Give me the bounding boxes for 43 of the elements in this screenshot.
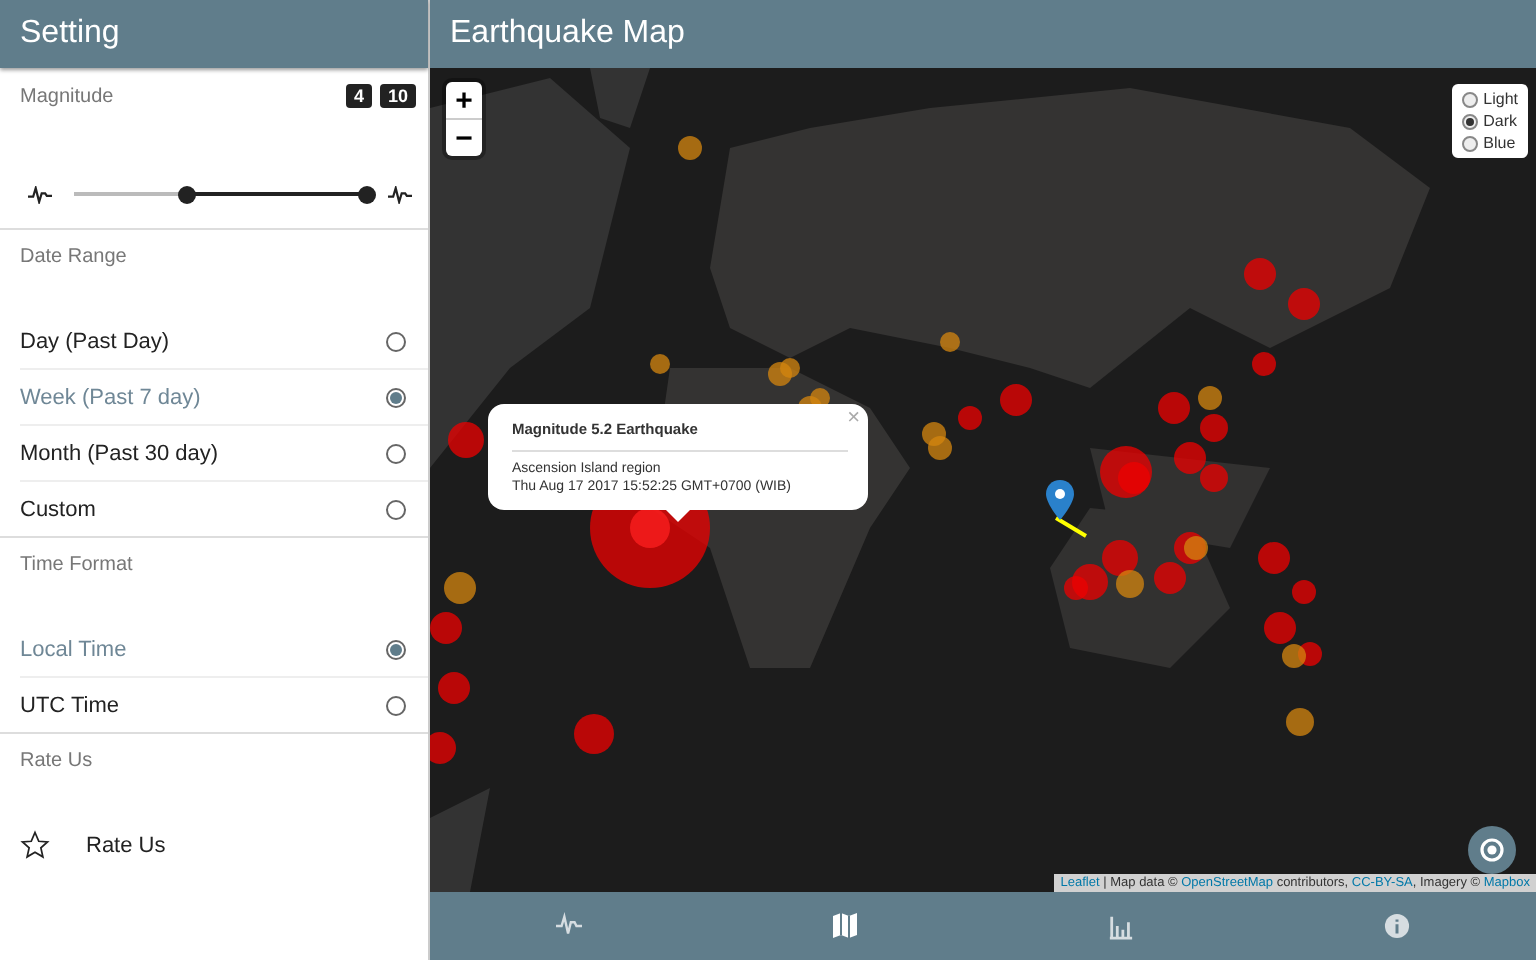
map-icon	[829, 912, 860, 940]
radio-button[interactable]	[1461, 113, 1478, 129]
radio-button[interactable]	[386, 695, 406, 715]
radio-button[interactable]	[386, 499, 406, 519]
radio-button[interactable]	[386, 443, 406, 463]
pulse-icon	[555, 912, 582, 940]
zoom-out-button[interactable]: −	[446, 120, 482, 156]
star-icon	[20, 830, 50, 860]
pulse-icon	[388, 185, 412, 203]
slider-thumb[interactable]	[178, 185, 197, 203]
option-label: Month (Past 30 day)	[20, 441, 219, 465]
radio-button[interactable]	[386, 331, 406, 351]
section-label: Time Format	[20, 554, 133, 576]
option-label: Local Time	[20, 637, 127, 661]
layer-label: Light	[1483, 90, 1518, 108]
layer-label: Dark	[1483, 112, 1518, 130]
section-label: Date Range	[20, 246, 127, 268]
radio-button[interactable]	[1461, 135, 1478, 151]
section-label: Rate Us	[20, 750, 93, 772]
option-label: Week (Past 7 day)	[20, 385, 201, 409]
option-label: UTC Time	[20, 693, 119, 717]
rate-us-link[interactable]: Rate Us	[86, 833, 166, 857]
location-pin-icon	[1046, 480, 1074, 520]
page-title: Earthquake Map	[450, 16, 685, 52]
pulse-icon	[28, 185, 52, 203]
option-label: Custom	[20, 497, 96, 521]
min-value-badge: 4	[345, 84, 372, 108]
locate-button[interactable]	[1468, 826, 1516, 874]
bar-chart-icon	[1108, 912, 1135, 940]
max-value-badge: 10	[379, 84, 416, 108]
slider-thumb[interactable]	[357, 185, 375, 203]
option-label: Day (Past Day)	[20, 329, 170, 353]
section-label: Magnitude	[20, 85, 114, 107]
target-icon	[1478, 836, 1506, 864]
radio-button[interactable]	[1461, 91, 1478, 107]
zoom-in-button[interactable]: +	[446, 82, 482, 120]
layer-label: Blue	[1483, 134, 1516, 152]
info-icon	[1384, 912, 1411, 940]
popup-pointer	[666, 510, 690, 522]
radio-button[interactable]	[386, 639, 406, 659]
radio-button[interactable]	[386, 387, 406, 407]
panel-title: Setting	[20, 16, 120, 52]
close-button[interactable]: ×	[847, 406, 860, 430]
